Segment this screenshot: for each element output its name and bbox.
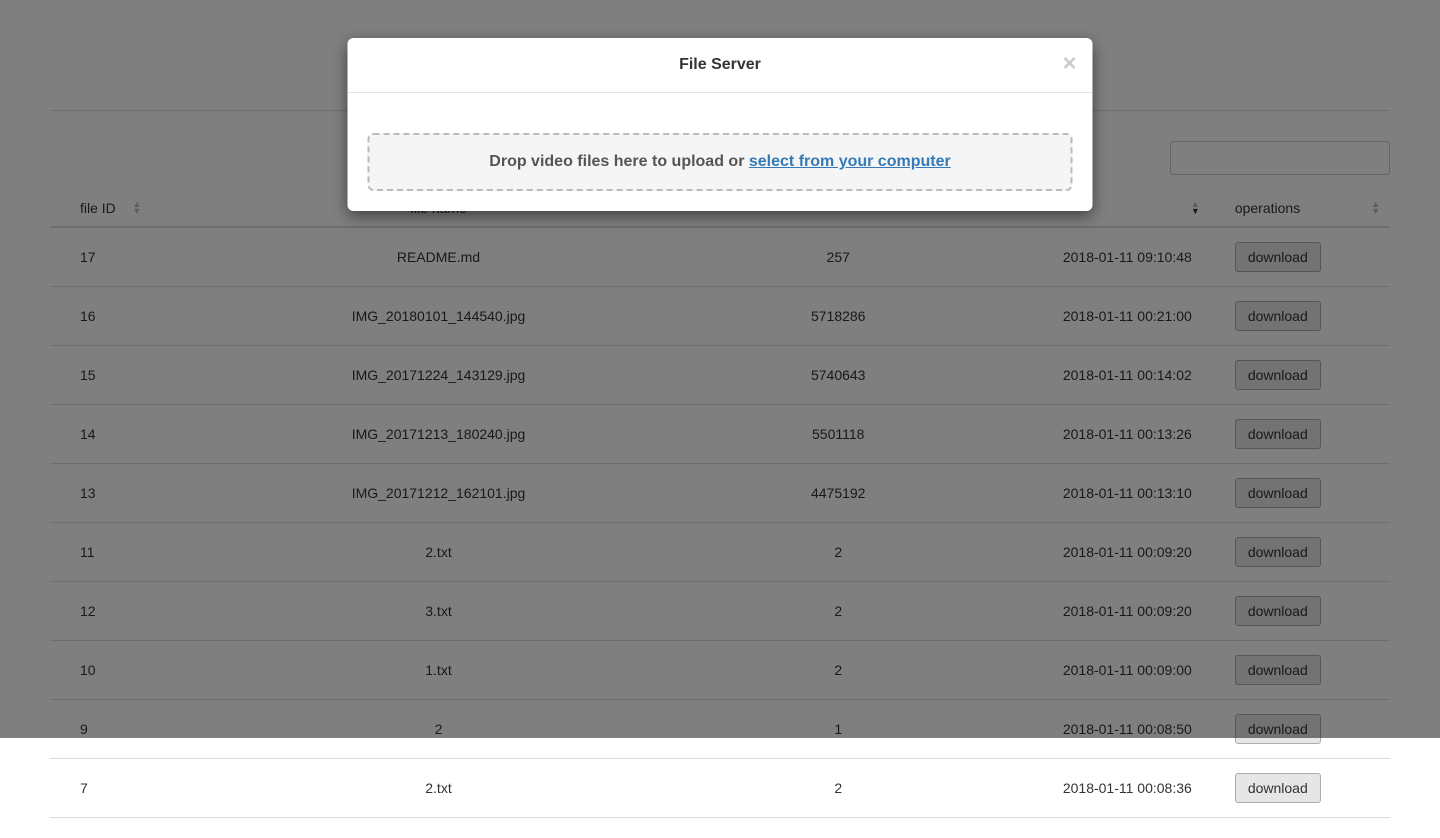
modal-body: Drop video files here to upload or selec… — [348, 93, 1093, 211]
table-row: 72.txt22018-01-11 00:08:36 download — [50, 759, 1390, 818]
cell-file-name: 2.txt — [151, 759, 725, 818]
select-from-computer-link[interactable]: select from your computer — [749, 153, 951, 170]
cell-operations: download — [1210, 759, 1390, 818]
modal-header: File Server × — [348, 38, 1093, 93]
download-button[interactable]: download — [1235, 773, 1321, 803]
dropzone-text: Drop video files here to upload or — [489, 153, 749, 170]
cell-upload-time: 2018-01-11 00:08:36 — [951, 759, 1210, 818]
upload-modal: File Server × Drop video files here to u… — [348, 38, 1093, 211]
close-icon: × — [1062, 50, 1076, 77]
modal-title: File Server — [679, 56, 761, 73]
upload-dropzone[interactable]: Drop video files here to upload or selec… — [368, 133, 1073, 191]
cell-file-size: 2 — [726, 759, 951, 818]
close-button[interactable]: × — [1062, 52, 1076, 76]
cell-file-id: 7 — [50, 759, 151, 818]
